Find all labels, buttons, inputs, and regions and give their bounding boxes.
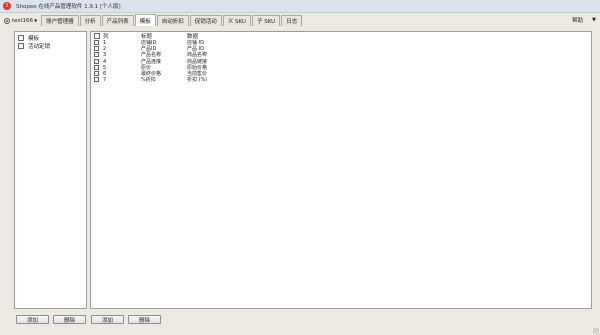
tab-auto-discount[interactable]: 自动折扣	[156, 15, 189, 26]
column-header-title[interactable]: 标题	[141, 32, 187, 40]
tab-bar: test166 ▼ 账户管理器 分析 产品列表 模板 自动折扣 促销活动 义 S…	[0, 14, 600, 26]
grid-body: 1 店铺ID 店铺 ID 2 产品ID 产品 ID 3 产品名称 商品名称 4 …	[91, 40, 591, 83]
cell-title: %折扣	[141, 77, 156, 84]
help-label: 帮助	[572, 17, 584, 24]
tab-templates[interactable]: 模板	[134, 14, 156, 26]
row-checkbox[interactable]	[94, 52, 99, 58]
tab-label: 促销活动	[194, 19, 217, 25]
table-row[interactable]: 7 %折扣 折扣 (%)	[91, 77, 591, 83]
app-icon: !	[3, 2, 11, 10]
user-menu[interactable]: test166 ▼	[4, 15, 37, 26]
tab-analysis[interactable]: 分析	[79, 15, 101, 26]
template-columns-grid: 列 标题 数据 1 店铺ID 店铺 ID 2 产品ID 产品 ID 3 产品名称…	[90, 31, 592, 309]
tab-log[interactable]: 日志	[281, 15, 303, 26]
add-column-button[interactable]: 添加	[91, 315, 124, 324]
tab-label: 账户管理器	[46, 19, 74, 25]
user-menu-label: test166	[12, 17, 34, 24]
row-checkbox[interactable]	[94, 64, 99, 70]
tab-label: 分析	[84, 19, 96, 25]
row-checkbox[interactable]	[94, 71, 99, 77]
cell-data: 商品链接	[187, 58, 208, 65]
cell-col: 4	[103, 58, 107, 65]
template-tree-panel: 模板 活动定销	[14, 31, 87, 309]
checkbox[interactable]	[18, 43, 24, 49]
user-icon	[4, 17, 10, 24]
tab-promotions[interactable]: 促销活动	[189, 15, 222, 26]
row-checkbox[interactable]	[94, 40, 99, 46]
checkbox[interactable]	[18, 35, 24, 41]
help-menu[interactable]: 帮助 ▼	[572, 14, 596, 25]
window-title: Shopee 在线产品管理软件 1.9.1 [个人版]	[16, 4, 121, 10]
tab-label: 模板	[139, 18, 151, 25]
delete-template-button[interactable]: 删除	[53, 315, 86, 324]
add-template-button[interactable]: 添加	[16, 315, 49, 324]
select-all-checkbox[interactable]	[94, 32, 100, 39]
tree-item-templates[interactable]: 模板	[15, 34, 86, 42]
tab-label: 自动折扣	[161, 19, 184, 25]
cell-data: 商品名称	[187, 52, 208, 59]
cell-col: 3	[103, 52, 107, 59]
grid-header: 列 标题 数据	[91, 32, 591, 40]
row-checkbox[interactable]	[94, 46, 99, 52]
delete-column-button[interactable]: 删除	[128, 315, 161, 324]
tree-item-label: 模板	[28, 36, 40, 42]
tab-label: 子 SKU	[256, 19, 276, 25]
cell-col: 5	[103, 64, 107, 71]
tab-label: 日志	[286, 19, 298, 25]
title-bar: ! Shopee 在线产品管理软件 1.9.1 [个人版]	[0, 0, 600, 13]
row-checkbox[interactable]	[94, 77, 99, 83]
chevron-down-icon: ▼	[592, 16, 596, 23]
tab-product-list[interactable]: 产品列表	[101, 15, 134, 26]
tab-label: 产品列表	[106, 19, 129, 25]
tab-child-sku[interactable]: 子 SKU	[251, 15, 281, 26]
cell-col: 6	[103, 71, 107, 78]
resize-grip[interactable]	[593, 328, 599, 334]
chevron-down-icon: ▼	[34, 18, 38, 23]
column-header-data[interactable]: 数据	[187, 32, 247, 40]
tree-item-label: 活动定销	[28, 44, 51, 50]
cell-title: 原价	[141, 64, 152, 71]
cell-data: 原始价格	[187, 64, 208, 71]
tab-parent-sku[interactable]: 义 SKU	[222, 15, 251, 26]
cell-title: 产品名称	[141, 52, 162, 59]
cell-col: 7	[103, 77, 107, 84]
cell-data: 折扣 (%)	[187, 77, 208, 84]
row-checkbox[interactable]	[94, 58, 99, 64]
tab-account-manager[interactable]: 账户管理器	[41, 15, 79, 26]
column-header-col[interactable]: 列	[102, 32, 141, 40]
tab-label: 义 SKU	[227, 19, 246, 25]
cell-col: 2	[103, 46, 107, 53]
cell-col: 1	[103, 40, 107, 47]
tree-item-activity-pricing[interactable]: 活动定销	[15, 42, 86, 50]
cell-title: 产品连接	[141, 58, 162, 65]
